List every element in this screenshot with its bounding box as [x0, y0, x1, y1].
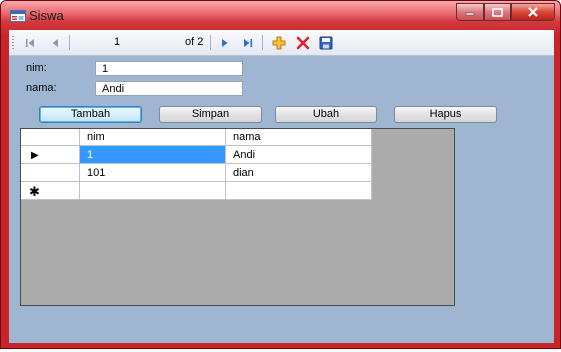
- students-datagrid[interactable]: nim nama ▶ 1 Andi 101 dian ✱: [20, 128, 455, 306]
- delete-button[interactable]: [294, 34, 312, 51]
- move-last-button[interactable]: [239, 34, 257, 51]
- save-icon: [319, 36, 333, 49]
- main-window: Siswa 1 of 2 nim: 1 nama: Andi Tambah Si…: [0, 0, 561, 349]
- new-row-header[interactable]: ✱: [21, 182, 80, 200]
- current-row-arrow-icon: ▶: [31, 150, 39, 161]
- close-button[interactable]: [511, 3, 555, 21]
- nama-label: nama:: [26, 82, 57, 94]
- new-row-asterisk-icon: ✱: [29, 184, 40, 199]
- add-new-button[interactable]: [270, 34, 288, 51]
- table-cell-nim[interactable]: 1: [80, 146, 226, 164]
- count-label: of 2: [185, 36, 204, 48]
- form-icon: [10, 10, 26, 22]
- new-row-cell-nim[interactable]: [80, 182, 226, 200]
- column-header-nama[interactable]: nama: [226, 129, 372, 146]
- ubah-button[interactable]: Ubah: [275, 106, 377, 123]
- minimize-icon: [465, 12, 475, 16]
- window-title: Siswa: [29, 8, 64, 23]
- position-input[interactable]: [112, 34, 176, 49]
- new-row-cell-nama[interactable]: [226, 182, 372, 200]
- tambah-button[interactable]: Tambah: [39, 106, 142, 123]
- binding-navigator: of 2: [9, 30, 554, 56]
- move-next-button[interactable]: [217, 34, 233, 51]
- row-header[interactable]: [21, 164, 80, 182]
- nama-textbox[interactable]: [95, 81, 243, 96]
- title-bar[interactable]: Siswa: [1, 1, 560, 29]
- simpan-button[interactable]: Simpan: [159, 106, 262, 123]
- move-first-button[interactable]: [21, 34, 39, 51]
- add-new-icon: [272, 36, 286, 49]
- minimize-button[interactable]: [456, 3, 484, 21]
- move-first-icon: [26, 38, 34, 47]
- maximize-button[interactable]: [484, 3, 511, 21]
- column-header-nim[interactable]: nim: [80, 129, 226, 146]
- toolbar-separator: [262, 35, 263, 50]
- hapus-button[interactable]: Hapus: [394, 106, 497, 123]
- nim-textbox[interactable]: [95, 61, 243, 76]
- move-previous-icon: [52, 38, 58, 47]
- move-previous-button[interactable]: [47, 34, 63, 51]
- nim-label: nim:: [26, 62, 47, 74]
- save-button[interactable]: [317, 34, 335, 51]
- table-cell-nama[interactable]: dian: [226, 164, 372, 182]
- close-icon: [528, 7, 538, 17]
- grid-corner-header[interactable]: [21, 129, 80, 146]
- move-next-icon: [222, 38, 228, 47]
- table-cell-nim[interactable]: 101: [80, 164, 226, 182]
- toolbar-grip[interactable]: [12, 36, 14, 49]
- delete-icon: [296, 36, 310, 49]
- table-cell-nama[interactable]: Andi: [226, 146, 372, 164]
- maximize-icon: [492, 7, 503, 17]
- move-last-icon: [244, 38, 253, 47]
- row-header[interactable]: ▶: [21, 146, 80, 164]
- toolbar-separator: [69, 35, 70, 50]
- toolbar-separator: [210, 35, 211, 50]
- form-client-area: of 2: [9, 30, 554, 343]
